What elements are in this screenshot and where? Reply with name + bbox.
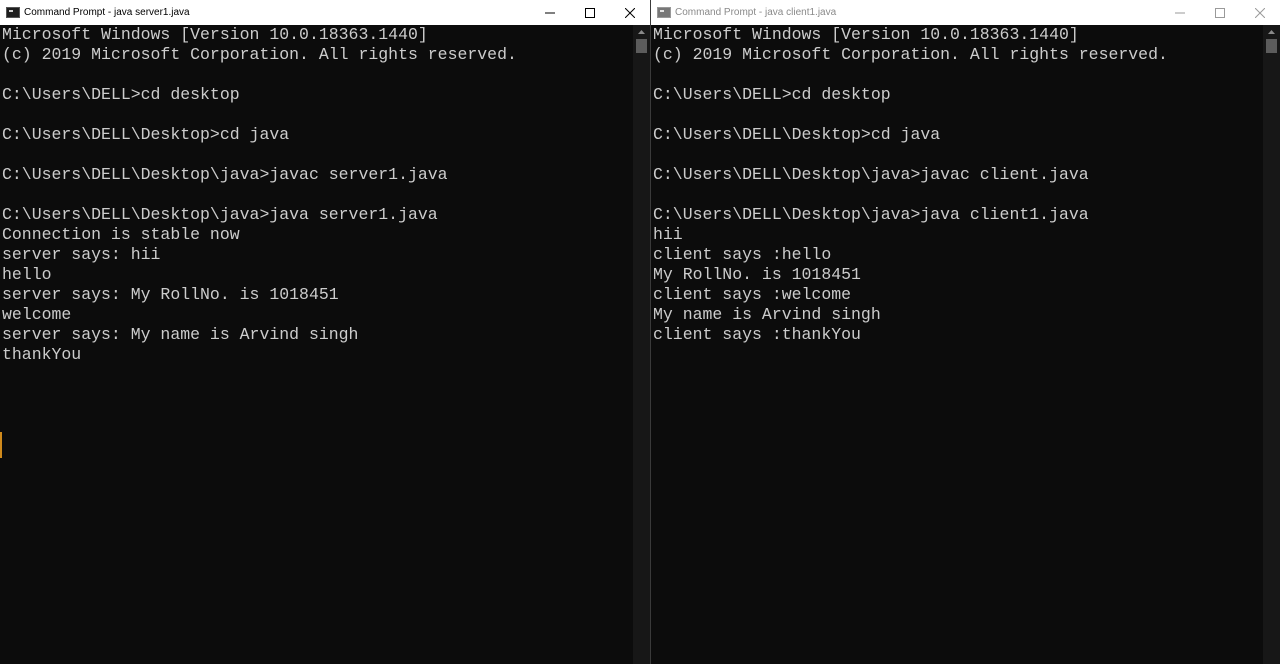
console-line: C:\Users\DELL\Desktop>cd java [2, 125, 290, 144]
console-line: C:\Users\DELL\Desktop\java>java server1.… [2, 205, 438, 224]
server-console-window: Command Prompt - java server1.java Micro… [0, 0, 651, 664]
console-line: hello [2, 265, 52, 284]
text-cursor [0, 432, 2, 458]
client-console-window: Command Prompt - java client1.java Micro… [651, 0, 1280, 664]
server-console-output[interactable]: Microsoft Windows [Version 10.0.18363.14… [2, 25, 633, 664]
console-line: Microsoft Windows [Version 10.0.18363.14… [2, 25, 428, 44]
scrollbar-thumb[interactable] [636, 39, 647, 53]
console-line: Connection is stable now [2, 225, 240, 244]
console-line: My RollNo. is 1018451 [653, 265, 861, 284]
server-scrollbar[interactable] [633, 25, 650, 664]
maximize-icon [585, 7, 595, 18]
console-line: C:\Users\DELL>cd desktop [2, 85, 240, 104]
console-line: welcome [2, 305, 72, 324]
close-icon [1255, 7, 1265, 18]
console-line: client says :welcome [653, 285, 852, 304]
minimize-button[interactable] [530, 0, 570, 25]
minimize-icon [1175, 12, 1185, 13]
chevron-up-icon [1268, 30, 1275, 34]
console-line: C:\Users\DELL\Desktop>cd java [653, 125, 941, 144]
console-line: server says: hii [2, 245, 161, 264]
console-line: server says: My name is Arvind singh [2, 325, 359, 344]
scroll-up-arrow[interactable] [633, 25, 650, 39]
scroll-up-arrow[interactable] [1263, 25, 1280, 39]
cmd-icon [6, 7, 20, 18]
minimize-icon [545, 12, 555, 13]
console-line: (c) 2019 Microsoft Corporation. All righ… [2, 45, 517, 64]
console-line: thankYou [2, 345, 82, 364]
minimize-button[interactable] [1160, 0, 1200, 25]
client-console-output[interactable]: Microsoft Windows [Version 10.0.18363.14… [653, 25, 1263, 664]
maximize-button[interactable] [1200, 0, 1240, 25]
chevron-up-icon [638, 30, 645, 34]
console-line: C:\Users\DELL\Desktop\java>java client1.… [653, 205, 1089, 224]
console-line: hii [653, 225, 683, 244]
console-line: client says :hello [653, 245, 832, 264]
window-title: Command Prompt - java server1.java [24, 7, 190, 18]
client-scrollbar[interactable] [1263, 25, 1280, 664]
cmd-icon [657, 7, 671, 18]
console-line: C:\Users\DELL>cd desktop [653, 85, 891, 104]
server-titlebar[interactable]: Command Prompt - java server1.java [0, 0, 650, 25]
client-titlebar[interactable]: Command Prompt - java client1.java [651, 0, 1280, 25]
console-line: client says :thankYou [653, 325, 861, 344]
console-line: server says: My RollNo. is 1018451 [2, 285, 339, 304]
maximize-button[interactable] [570, 0, 610, 25]
scrollbar-thumb[interactable] [1266, 39, 1277, 53]
maximize-icon [1215, 7, 1225, 18]
close-button[interactable] [610, 0, 650, 25]
console-line: Microsoft Windows [Version 10.0.18363.14… [653, 25, 1079, 44]
console-line: (c) 2019 Microsoft Corporation. All righ… [653, 45, 1168, 64]
close-button[interactable] [1240, 0, 1280, 25]
console-line: My name is Arvind singh [653, 305, 881, 324]
window-title: Command Prompt - java client1.java [675, 7, 837, 18]
close-icon [625, 7, 635, 18]
console-line: C:\Users\DELL\Desktop\java>javac server1… [2, 165, 448, 184]
console-line: C:\Users\DELL\Desktop\java>javac client.… [653, 165, 1089, 184]
